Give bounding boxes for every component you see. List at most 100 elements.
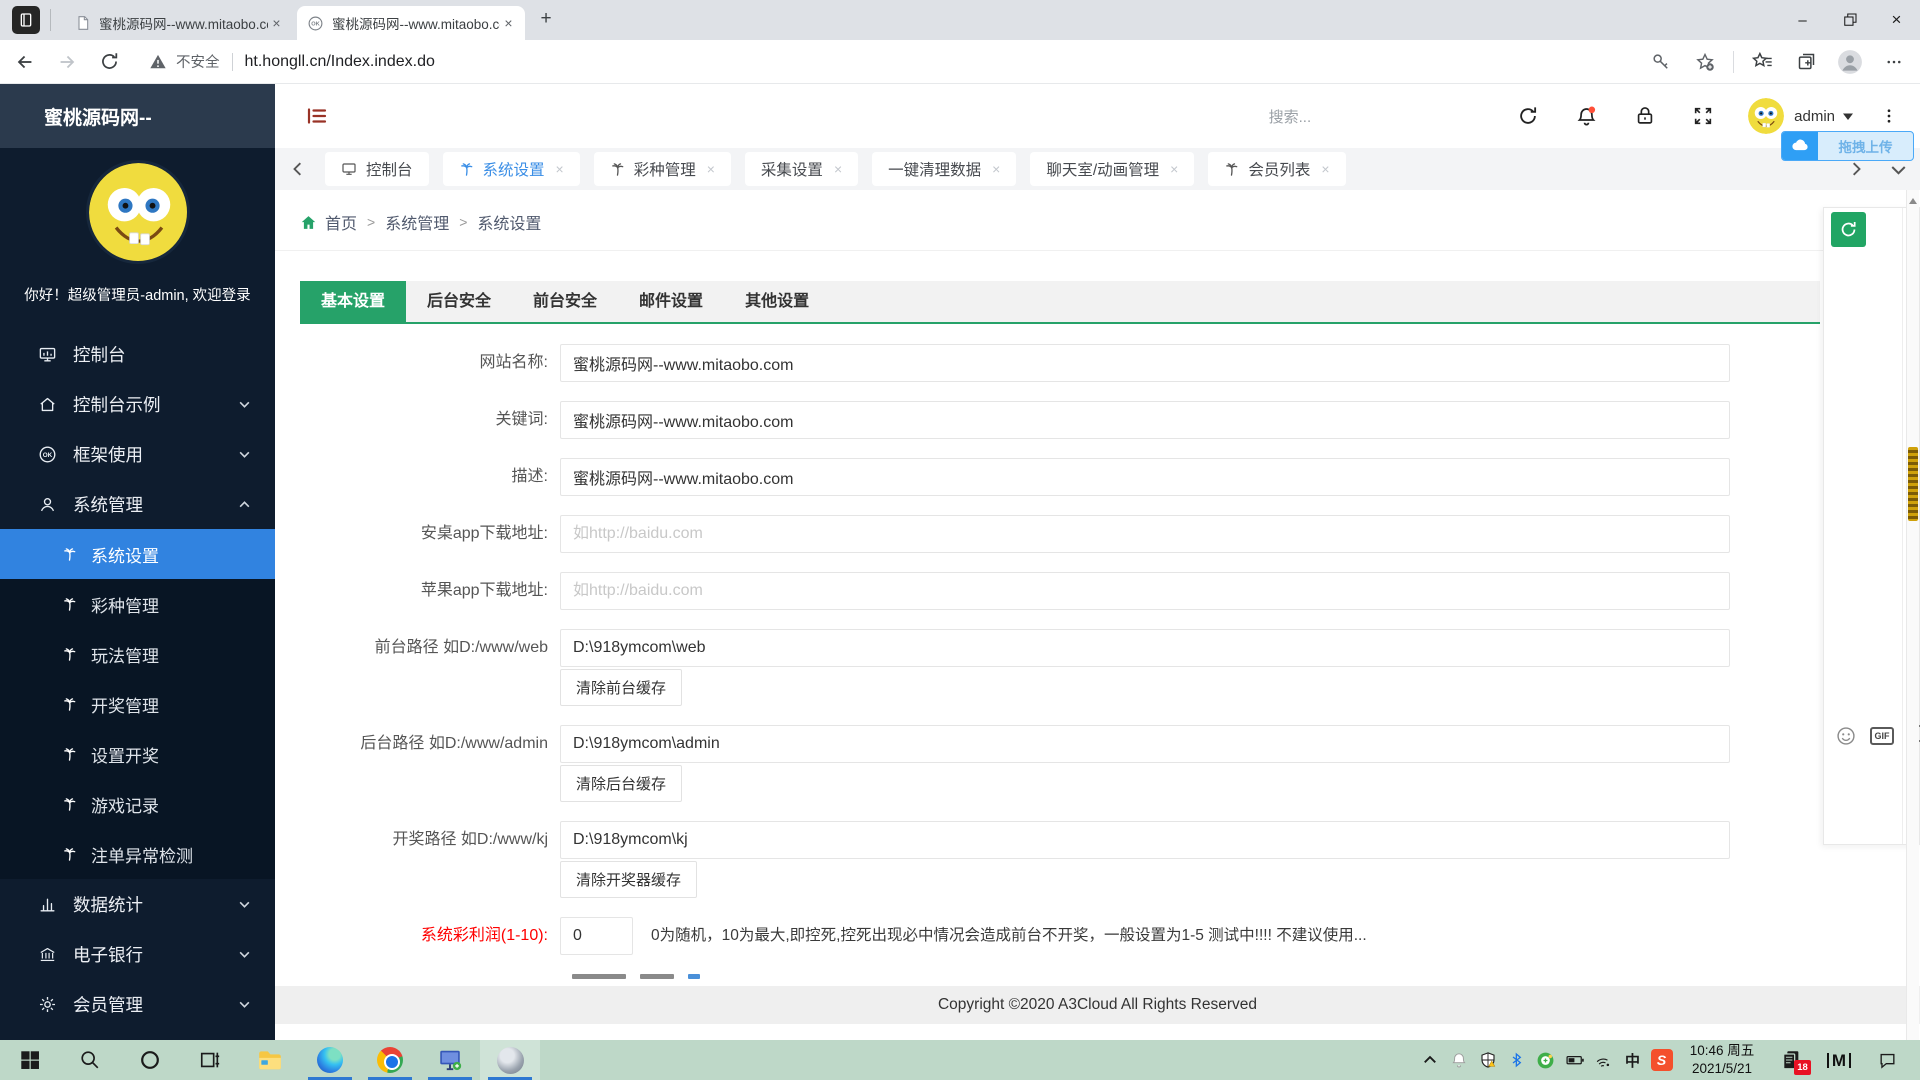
defender-shield-icon[interactable] — [1473, 1040, 1502, 1080]
file-explorer-icon[interactable] — [240, 1040, 300, 1080]
sidebar-item-set-draw[interactable]: 设置开奖 — [0, 729, 275, 779]
chat-scrollbar[interactable] — [1902, 208, 1903, 844]
keywords-input[interactable] — [560, 401, 1730, 439]
sogou-icon[interactable] — [1647, 1040, 1676, 1080]
active-app-taskbar-icon[interactable] — [480, 1040, 540, 1080]
action-center-icon[interactable] — [1864, 1040, 1910, 1080]
close-icon[interactable] — [992, 161, 1000, 177]
sidebar-item-framework[interactable]: OK 框架使用 — [0, 429, 275, 479]
sidebar-item-play-management[interactable]: 玩法管理 — [0, 629, 275, 679]
site-name-input[interactable] — [560, 344, 1730, 382]
cortana-icon[interactable] — [120, 1040, 180, 1080]
favorite-star-add-icon[interactable] — [1689, 46, 1721, 78]
emoji-icon[interactable] — [1836, 726, 1856, 746]
clear-draw-cache-button[interactable]: 清除开奖器缓存 — [560, 861, 698, 898]
collections-icon[interactable] — [1790, 46, 1822, 78]
sidebar-item-game-records[interactable]: 游戏记录 — [0, 779, 275, 829]
taskbar-search-icon[interactable] — [60, 1040, 120, 1080]
lock-icon[interactable] — [1634, 105, 1656, 127]
drag-upload-button[interactable]: 拖拽上传 — [1781, 131, 1914, 161]
sidebar-item-dashboard[interactable]: 控制台 — [0, 329, 275, 379]
page-scrollbar[interactable] — [1906, 190, 1919, 1040]
scrollbar-thumb[interactable] — [1908, 447, 1918, 521]
reload-icon[interactable] — [92, 45, 126, 79]
app-logo[interactable]: 蜜桃源码网-- — [0, 84, 275, 148]
breadcrumb-level1[interactable]: 系统管理 — [385, 210, 449, 234]
page-tab-chatroom-management[interactable]: 聊天室/动画管理 — [1030, 152, 1195, 186]
page-tab-collection-settings[interactable]: 采集设置 — [744, 152, 859, 186]
chrome-taskbar-icon[interactable] — [360, 1040, 420, 1080]
breadcrumb-home[interactable]: 首页 — [325, 210, 357, 234]
tab-frontend-security[interactable]: 前台安全 — [512, 281, 618, 322]
search-input[interactable]: 搜索... — [1269, 106, 1312, 127]
page-tab-member-list[interactable]: 会员列表 — [1208, 152, 1346, 186]
close-icon[interactable] — [834, 161, 842, 177]
sidebar-avatar[interactable] — [85, 160, 190, 264]
frontend-path-input[interactable] — [560, 629, 1730, 667]
battery-icon[interactable] — [1560, 1040, 1589, 1080]
task-view-icon[interactable] — [180, 1040, 240, 1080]
window-restore-button[interactable] — [1826, 0, 1873, 40]
sidebar-item-member-management[interactable]: 会员管理 — [0, 979, 275, 1029]
new-tab-button[interactable] — [533, 6, 559, 32]
sidebar-item-dashboard-demo[interactable]: 控制台示例 — [0, 379, 275, 429]
tabs-scroll-right-icon[interactable] — [1849, 162, 1863, 176]
tab-backend-security[interactable]: 后台安全 — [406, 281, 512, 322]
android-app-url-input[interactable] — [560, 515, 1730, 553]
taskbar-clock[interactable]: 10:46 周五 2021/5/21 — [1676, 1042, 1768, 1077]
close-icon[interactable] — [556, 161, 564, 177]
tab-other-settings[interactable]: 其他设置 — [724, 281, 830, 322]
m-logo-icon[interactable]: M — [1814, 1040, 1864, 1080]
sidebar-item-draw-management[interactable]: 开奖管理 — [0, 679, 275, 729]
network-signal-icon[interactable] — [1589, 1040, 1618, 1080]
sidebar-item-system-settings[interactable]: 系统设置 — [0, 529, 275, 579]
window-minimize-button[interactable] — [1779, 0, 1826, 40]
start-button[interactable] — [0, 1040, 60, 1080]
notification-bell-icon[interactable] — [1575, 105, 1598, 128]
scroll-up-arrow-icon[interactable] — [1909, 198, 1917, 204]
forward-icon[interactable] — [50, 45, 84, 79]
security-label[interactable]: 不安全 — [176, 51, 220, 72]
draw-path-input[interactable] — [560, 821, 1730, 859]
header-more-icon[interactable] — [1880, 107, 1898, 125]
sidebar-item-statistics[interactable]: 数据统计 — [0, 879, 275, 929]
ime-indicator-icon[interactable] — [1618, 1040, 1647, 1080]
description-input[interactable] — [560, 458, 1730, 496]
password-key-icon[interactable] — [1645, 46, 1677, 78]
user-caret-down-icon[interactable] — [1842, 112, 1854, 121]
tabs-scroll-left-icon[interactable] — [291, 162, 305, 176]
fullscreen-icon[interactable] — [1692, 105, 1714, 127]
tray-bell-icon[interactable] — [1444, 1040, 1473, 1080]
clear-backend-cache-button[interactable]: 清除后台缓存 — [560, 765, 683, 802]
refresh-icon[interactable] — [1517, 105, 1539, 127]
tab-close-icon[interactable] — [500, 15, 517, 32]
profit-input[interactable] — [560, 917, 633, 955]
antivirus-360-icon[interactable] — [1531, 1040, 1560, 1080]
close-icon[interactable] — [1321, 161, 1329, 177]
remote-desktop-icon[interactable] — [420, 1040, 480, 1080]
backend-path-input[interactable] — [560, 725, 1730, 763]
clear-frontend-cache-button[interactable]: 清除前台缓存 — [560, 669, 683, 706]
menu-collapse-icon[interactable] — [305, 104, 329, 128]
close-icon[interactable] — [707, 161, 715, 177]
chat-refresh-button[interactable] — [1831, 212, 1866, 247]
browser-tab-1[interactable]: 蜜桃源码网--www.mitaobo.com — [65, 6, 293, 40]
tab-basic-settings[interactable]: 基本设置 — [300, 281, 407, 322]
sidebar-item-bet-anomaly-check[interactable]: 注单异常检测 — [0, 829, 275, 879]
tab-mail-settings[interactable]: 邮件设置 — [618, 281, 724, 322]
tray-chevron-up-icon[interactable] — [1415, 1040, 1444, 1080]
workspaces-icon[interactable] — [12, 6, 40, 34]
gif-button[interactable]: GIF — [1870, 727, 1894, 745]
url-text[interactable]: ht.hongll.cn/Index.index.do — [245, 53, 435, 71]
reader-badge-icon[interactable]: 18 — [1768, 1040, 1814, 1080]
browser-menu-icon[interactable] — [1878, 46, 1910, 78]
window-close-button[interactable] — [1873, 0, 1920, 40]
bluetooth-icon[interactable] — [1502, 1040, 1531, 1080]
edge-taskbar-icon[interactable] — [300, 1040, 360, 1080]
tabs-menu-chevron-icon[interactable] — [1891, 162, 1906, 177]
browser-profile-avatar[interactable] — [1834, 46, 1866, 78]
sidebar-item-lottery-management[interactable]: 彩种管理 — [0, 579, 275, 629]
ios-app-url-input[interactable] — [560, 572, 1730, 610]
username-label[interactable]: admin — [1794, 108, 1835, 125]
tab-close-icon[interactable] — [268, 15, 285, 32]
